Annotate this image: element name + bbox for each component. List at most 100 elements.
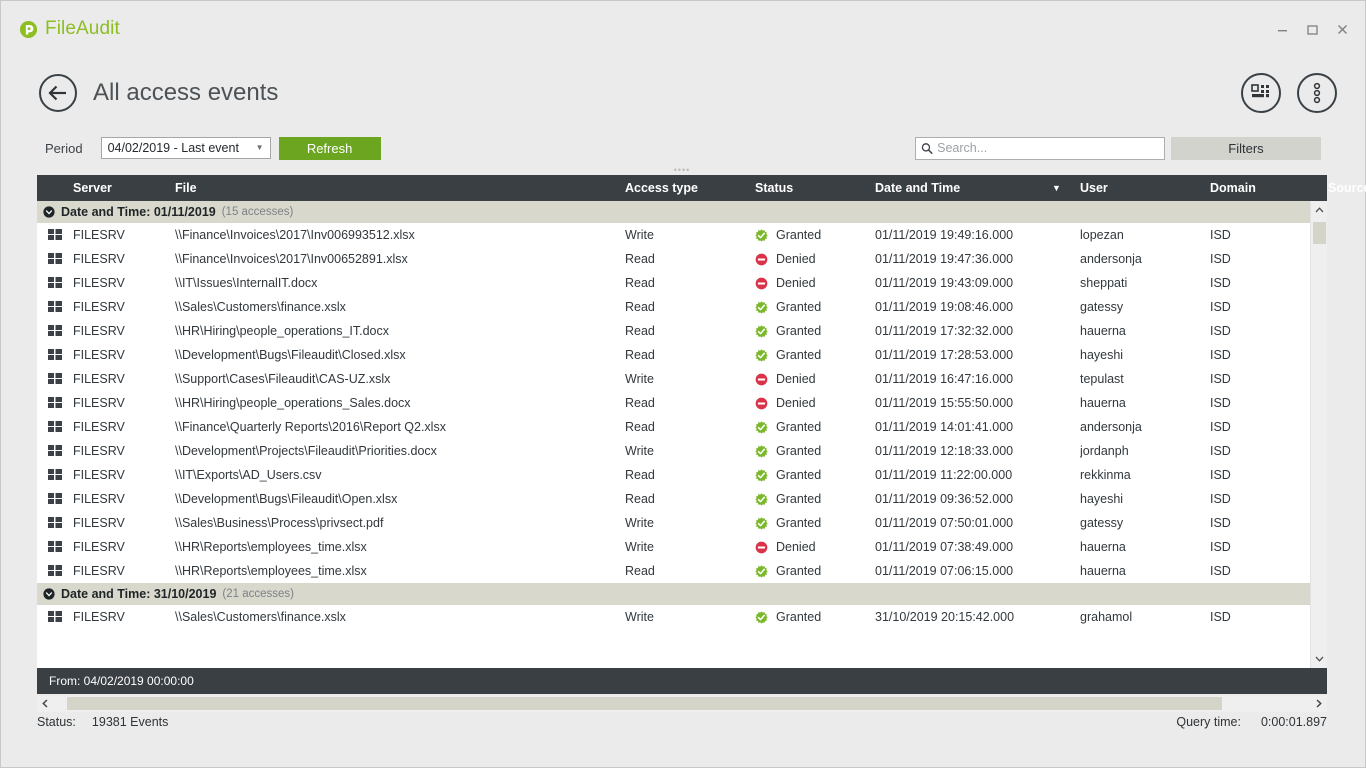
grid-header-row: Server File Access type Status Date and … <box>37 175 1327 201</box>
cell-access-type: Write <box>625 516 755 530</box>
cell-domain: ISD <box>1210 396 1310 410</box>
cell-date-and-time: 01/11/2019 17:28:53.000 <box>875 348 1080 362</box>
reports-button[interactable] <box>1241 73 1281 113</box>
table-row[interactable]: FILESRV\\IT\Exports\AD_Users.csvReadGran… <box>37 463 1310 487</box>
filters-button[interactable]: Filters <box>1171 137 1321 160</box>
server-icon <box>48 517 62 529</box>
cell-server: FILESRV <box>73 228 175 242</box>
cell-status: Granted <box>755 444 875 458</box>
cell-status: Granted <box>755 564 875 578</box>
cell-access-type: Read <box>625 300 755 314</box>
vertical-scroll-thumb[interactable] <box>1313 222 1326 244</box>
cell-status: Granted <box>755 516 875 530</box>
table-row[interactable]: FILESRV\\Finance\Invoices\2017\Inv006528… <box>37 247 1310 271</box>
group-header-row[interactable]: Date and Time: 01/11/2019(15 accesses) <box>37 201 1310 223</box>
cell-file: \\Development\Bugs\Fileaudit\Closed.xlsx <box>175 348 625 362</box>
cell-access-type: Read <box>625 396 755 410</box>
server-icon <box>48 301 62 313</box>
status-label: Status: <box>37 715 76 729</box>
scroll-up-button[interactable] <box>1311 201 1328 218</box>
cell-file: \\Sales\Business\Process\privsect.pdf <box>175 516 625 530</box>
scroll-down-button[interactable] <box>1311 651 1328 668</box>
column-header-server[interactable]: Server <box>73 181 175 195</box>
table-row[interactable]: FILESRV\\Development\Bugs\Fileaudit\Clos… <box>37 343 1310 367</box>
table-row[interactable]: FILESRV\\Sales\Business\Process\privsect… <box>37 511 1310 535</box>
cell-access-type: Write <box>625 540 755 554</box>
cell-domain: ISD <box>1210 420 1310 434</box>
status-label: Granted <box>776 516 821 530</box>
horizontal-scroll-track[interactable] <box>53 697 1311 710</box>
column-header-access-type[interactable]: Access type <box>625 181 755 195</box>
table-row[interactable]: FILESRV\\HR\Reports\employees_time.xlsxR… <box>37 559 1310 583</box>
splitter-handle[interactable]: •••• <box>669 168 695 172</box>
cell-file: \\Sales\Customers\finance.xslx <box>175 300 625 314</box>
table-row[interactable]: FILESRV\\Support\Cases\Fileaudit\CAS-UZ.… <box>37 367 1310 391</box>
cell-status: Denied <box>755 540 875 554</box>
arrow-left-icon <box>47 84 69 102</box>
cell-access-type: Read <box>625 348 755 362</box>
row-server-icon-cell <box>37 229 73 241</box>
back-button[interactable] <box>39 74 77 112</box>
status-label: Granted <box>776 348 821 362</box>
table-row[interactable]: FILESRV\\Finance\Invoices\2017\Inv006993… <box>37 223 1310 247</box>
search-icon <box>921 142 933 155</box>
group-collapse-button[interactable] <box>43 588 55 600</box>
cell-file: \\Development\Projects\Fileaudit\Priorit… <box>175 444 625 458</box>
column-header-domain[interactable]: Domain <box>1210 181 1328 195</box>
server-icon <box>48 445 62 457</box>
minimize-button[interactable] <box>1267 15 1297 43</box>
column-header-status[interactable]: Status <box>755 181 875 195</box>
table-row[interactable]: FILESRV\\HR\Hiring\people_operations_IT.… <box>37 319 1310 343</box>
cell-date-and-time: 31/10/2019 20:15:42.000 <box>875 610 1080 624</box>
query-time-value: 0:00:01.897 <box>1261 715 1327 729</box>
table-row[interactable]: FILESRV\\Sales\Customers\finance.xslxWri… <box>37 605 1310 629</box>
window-controls <box>1267 15 1357 43</box>
column-header-user[interactable]: ▼ User <box>1080 181 1210 195</box>
cell-domain: ISD <box>1210 324 1310 338</box>
table-row[interactable]: FILESRV\\Sales\Customers\finance.xslxRea… <box>37 295 1310 319</box>
horizontal-scrollbar[interactable] <box>37 696 1327 712</box>
cell-access-type: Write <box>625 444 755 458</box>
table-row[interactable]: FILESRV\\HR\Reports\employees_time.xlsxW… <box>37 535 1310 559</box>
search-input[interactable] <box>937 141 1164 155</box>
table-row[interactable]: FILESRV\\Development\Bugs\Fileaudit\Open… <box>37 487 1310 511</box>
page-title: All access events <box>93 79 278 107</box>
vertical-scroll-track[interactable] <box>1311 218 1327 651</box>
column-header-file[interactable]: File <box>175 181 625 195</box>
query-time: Query time: 0:00:01.897 <box>1176 715 1327 729</box>
refresh-button[interactable]: Refresh <box>279 137 381 160</box>
close-button[interactable] <box>1327 15 1357 43</box>
range-text: From: 04/02/2019 00:00:00 <box>49 674 194 688</box>
granted-icon <box>755 349 768 362</box>
period-select[interactable]: 04/02/2019 - Last event ▼ <box>101 137 271 159</box>
cell-status: Granted <box>755 228 875 242</box>
more-options-button[interactable] <box>1297 73 1337 113</box>
column-header-date-and-time[interactable]: Date and Time <box>875 181 1080 195</box>
cell-user: andersonja <box>1080 252 1210 266</box>
table-row[interactable]: FILESRV\\IT\Issues\InternalIT.docxReadDe… <box>37 271 1310 295</box>
group-header-row[interactable]: Date and Time: 31/10/2019(21 accesses) <box>37 583 1310 605</box>
app-brand: FileAudit <box>19 18 120 40</box>
granted-icon <box>755 565 768 578</box>
status-label: Denied <box>776 372 816 386</box>
granted-icon <box>755 611 768 624</box>
denied-icon <box>755 541 768 554</box>
horizontal-scroll-thumb[interactable] <box>67 697 1222 710</box>
maximize-button[interactable] <box>1297 15 1327 43</box>
table-row[interactable]: FILESRV\\HR\Hiring\people_operations_Sal… <box>37 391 1310 415</box>
table-row[interactable]: FILESRV\\Finance\Quarterly Reports\2016\… <box>37 415 1310 439</box>
cell-user: hayeshi <box>1080 492 1210 506</box>
table-row[interactable]: FILESRV\\Development\Projects\Fileaudit\… <box>37 439 1310 463</box>
search-box[interactable] <box>915 137 1165 160</box>
group-collapse-button[interactable] <box>43 206 55 218</box>
granted-icon <box>755 445 768 458</box>
vertical-scrollbar[interactable] <box>1310 201 1327 668</box>
column-header-source[interactable]: Source <box>1328 181 1366 195</box>
scroll-left-button[interactable] <box>37 696 53 712</box>
cell-user: rekkinma <box>1080 468 1210 482</box>
reports-grid-icon <box>1250 83 1272 103</box>
cell-file: \\HR\Reports\employees_time.xlsx <box>175 564 625 578</box>
scroll-right-button[interactable] <box>1311 696 1327 712</box>
cell-date-and-time: 01/11/2019 07:38:49.000 <box>875 540 1080 554</box>
cell-access-type: Read <box>625 492 755 506</box>
